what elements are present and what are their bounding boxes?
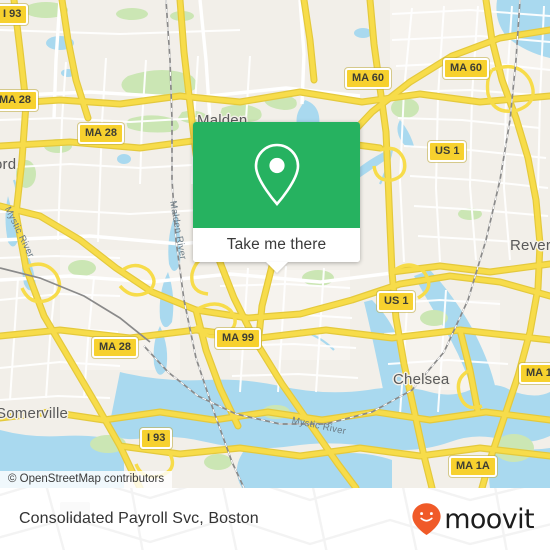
highway-shield-ma99[interactable]: MA 99 <box>215 328 261 349</box>
take-me-there-button[interactable]: Take me there <box>227 236 327 254</box>
highway-shield-us1-north[interactable]: US 1 <box>428 141 467 162</box>
popup-tail-pointer <box>265 262 288 273</box>
highway-shield-ma28-south[interactable]: MA 28 <box>92 337 138 358</box>
map-canvas[interactable]: Malden ord Revere Chelsea Somerville Mys… <box>0 0 550 488</box>
highway-shield-ma60-west[interactable]: MA 60 <box>345 68 391 89</box>
moovit-smiley-pin-icon <box>412 503 441 535</box>
highway-shield-ma28-west[interactable]: MA 28 <box>0 90 38 111</box>
highway-shield-ma1a-east[interactable]: MA 1A <box>519 363 550 384</box>
location-popup[interactable]: Take me there <box>193 122 360 273</box>
highway-shield-us1-south[interactable]: US 1 <box>377 291 416 312</box>
moovit-brand[interactable]: moovit <box>411 502 535 536</box>
popup-header <box>193 122 360 228</box>
map-screenshot: Malden ord Revere Chelsea Somerville Mys… <box>0 0 550 550</box>
footer-bar: Consolidated Payroll Svc, Boston moovit <box>0 488 550 550</box>
map-attribution[interactable]: © OpenStreetMap contributors <box>0 471 173 488</box>
map-pin-icon <box>254 143 299 206</box>
highway-shield-i93-north[interactable]: I 93 <box>0 4 29 25</box>
popup-action-bar[interactable]: Take me there <box>193 228 360 273</box>
city-label-medford: ord <box>0 156 17 173</box>
moovit-wordmark: moovit <box>444 503 534 535</box>
place-title: Consolidated Payroll Svc, Boston <box>19 510 259 527</box>
city-label-somerville: Somerville <box>0 405 69 422</box>
highway-shield-ma28-north[interactable]: MA 28 <box>78 123 124 144</box>
highway-shield-ma60-east[interactable]: MA 60 <box>443 58 489 79</box>
highway-shield-i93-south[interactable]: I 93 <box>140 428 173 449</box>
city-label-revere: Revere <box>510 237 550 254</box>
city-label-chelsea: Chelsea <box>393 371 450 388</box>
highway-shield-ma1a-south[interactable]: MA 1A <box>449 456 497 477</box>
